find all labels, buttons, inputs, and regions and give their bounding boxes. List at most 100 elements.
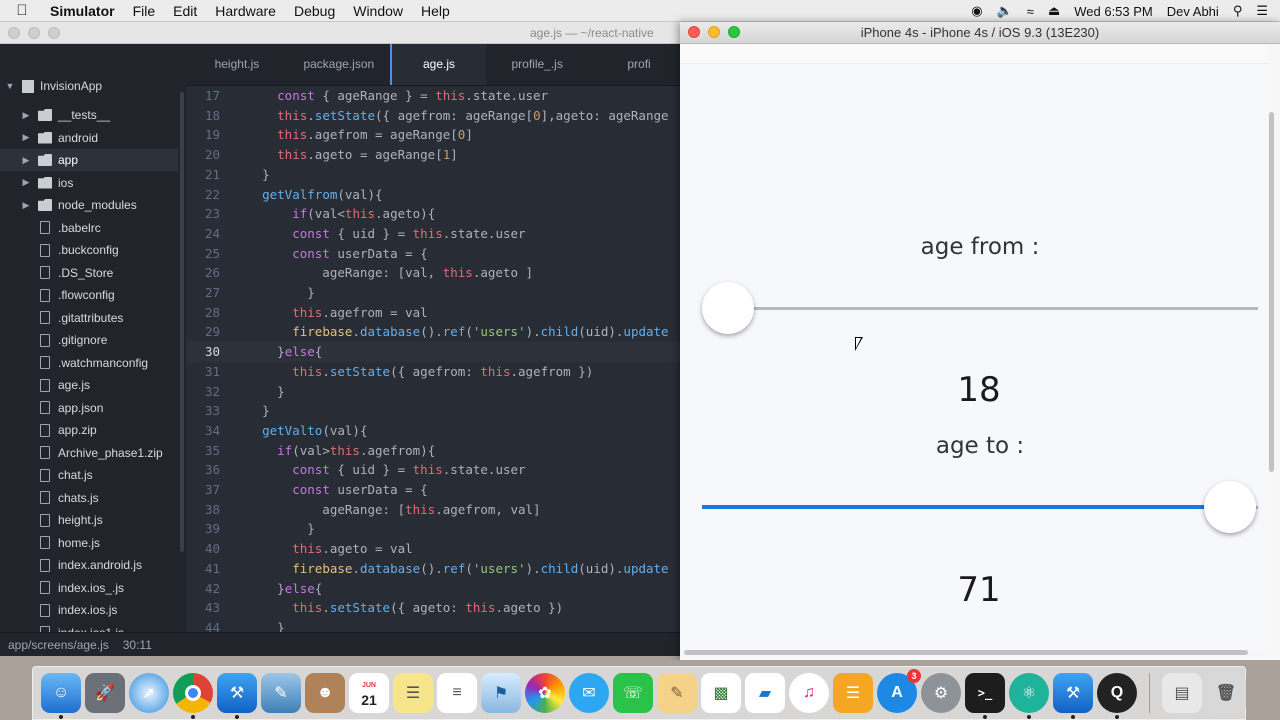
safari-icon[interactable]: ➚	[129, 673, 169, 713]
code-line[interactable]: 21 }	[186, 165, 690, 185]
menu-debug[interactable]: Debug	[285, 0, 344, 22]
keynote-icon[interactable]: ▰	[745, 673, 785, 713]
tree-item[interactable]: home.js	[0, 532, 178, 554]
contacts-icon[interactable]: ☻	[305, 673, 345, 713]
code-line[interactable]: 44 }	[186, 618, 690, 632]
code-line[interactable]: 36 const { uid } = this.state.user	[186, 460, 690, 480]
editor-minimize-icon[interactable]	[28, 27, 40, 39]
code-line[interactable]: 38 ageRange: [this.agefrom, val]	[186, 500, 690, 520]
tree-item[interactable]: Archive_phase1.zip	[0, 442, 178, 464]
tree-item[interactable]: .DS_Store	[0, 262, 178, 284]
tree-item[interactable]: ▶ app	[0, 149, 178, 171]
facetime-icon[interactable]: ☏	[613, 673, 653, 713]
menu-window[interactable]: Window	[344, 0, 412, 22]
finder-icon[interactable]: ☺	[41, 673, 81, 719]
code-line[interactable]: 29 firebase.database().ref('users').chil…	[186, 322, 690, 342]
xcode-icon[interactable]: ⚒	[217, 673, 257, 719]
launchpad-icon[interactable]: 🚀	[85, 673, 125, 713]
trash-icon[interactable]: 🗑	[1206, 673, 1246, 713]
code-line[interactable]: 35 if(val>this.agefrom){	[186, 441, 690, 461]
code-line[interactable]: 37 const userData = {	[186, 480, 690, 500]
system-preferences-icon[interactable]: ⚙	[921, 673, 961, 713]
code-line[interactable]: 26 ageRange: [val, this.ageto ]	[186, 263, 690, 283]
messages-icon[interactable]: ✉	[569, 673, 609, 713]
menu-edit[interactable]: Edit	[164, 0, 206, 22]
tree-item[interactable]: chats.js	[0, 487, 178, 509]
calendar-icon[interactable]: JUN 21	[349, 673, 389, 713]
age-from-slider-thumb[interactable]	[702, 282, 754, 334]
tree-item[interactable]: age.js	[0, 374, 178, 396]
code-line[interactable]: 19 this.agefrom = ageRange[0]	[186, 125, 690, 145]
code-line[interactable]: 42 }else{	[186, 579, 690, 599]
app-store-icon[interactable]: A3	[877, 669, 921, 713]
menu-app-name[interactable]: Simulator	[44, 0, 124, 22]
tree-item[interactable]: ▶ __tests__	[0, 104, 178, 126]
tree-item[interactable]: .watchmanconfig	[0, 352, 178, 374]
reminders-icon[interactable]: ≡	[437, 673, 477, 713]
simulator-vertical-scrollbar[interactable]	[1269, 112, 1274, 472]
tree-item[interactable]: app.json	[0, 397, 178, 419]
tree-item[interactable]: index.ios1.js	[0, 622, 178, 632]
tree-project-root[interactable]: ▼ InvisionApp	[0, 75, 178, 97]
code-line[interactable]: 23 if(val<this.ageto){	[186, 204, 690, 224]
tab-height-js[interactable]: height.js	[186, 44, 288, 85]
tree-item[interactable]: ▶ android	[0, 127, 178, 149]
tree-item[interactable]: .flowconfig	[0, 284, 178, 306]
menu-hardware[interactable]: Hardware	[206, 0, 285, 22]
code-line[interactable]: 43 this.setState({ ageto: this.ageto })	[186, 598, 690, 618]
tab-age-js[interactable]: age.js	[389, 44, 487, 85]
code-line[interactable]: 28 this.agefrom = val	[186, 303, 690, 323]
tab-profile-truncated[interactable]: profi	[588, 44, 690, 85]
status-file-path[interactable]: app/screens/age.js	[8, 638, 109, 652]
code-line[interactable]: 41 firebase.database().ref('users').chil…	[186, 559, 690, 579]
atom-icon[interactable]: ⚛	[1009, 673, 1049, 719]
itunes-icon[interactable]: ♫	[789, 673, 829, 713]
tree-item[interactable]: index.android.js	[0, 554, 178, 576]
quicktime-icon[interactable]: Q	[1097, 673, 1137, 719]
age-to-slider-thumb[interactable]	[1204, 481, 1257, 533]
menu-clock[interactable]: Wed 6:53 PM	[1074, 4, 1153, 19]
code-line[interactable]: 25 const userData = {	[186, 244, 690, 264]
numbers-icon[interactable]: ▩	[701, 673, 741, 713]
code-line[interactable]: 40 this.ageto = val	[186, 539, 690, 559]
pages-icon[interactable]: ✎	[657, 673, 697, 713]
tree-item[interactable]: index.ios.js	[0, 599, 178, 621]
chrome-icon[interactable]	[173, 673, 213, 719]
code-line[interactable]: 39 }	[186, 519, 690, 539]
tree-item[interactable]: .gitignore	[0, 329, 178, 351]
simulator-icon[interactable]: ⚒	[1053, 673, 1093, 719]
age-from-slider[interactable]	[702, 280, 1258, 336]
tree-item[interactable]: .babelrc	[0, 217, 178, 239]
ibooks-icon[interactable]: ☰	[833, 673, 873, 713]
tree-item[interactable]: ▶ node_modules	[0, 194, 178, 216]
editor-close-icon[interactable]	[8, 27, 20, 39]
menu-user[interactable]: Dev Abhi	[1167, 4, 1219, 19]
photos-icon[interactable]: ✿	[525, 673, 565, 713]
code-line[interactable]: 33 }	[186, 401, 690, 421]
apple-menu-icon[interactable]: 	[0, 2, 44, 19]
code-line[interactable]: 30 }else{	[186, 342, 690, 363]
code-line[interactable]: 18 this.setState({ agefrom: ageRange[0],…	[186, 106, 690, 126]
code-line[interactable]: 22 getValfrom(val){	[186, 185, 690, 205]
tree-scrollbar[interactable]	[180, 92, 184, 552]
wifi-icon[interactable]: ≈	[1027, 4, 1034, 19]
tree-item[interactable]: chat.js	[0, 464, 178, 486]
code-line[interactable]: 17 const { ageRange } = this.state.user	[186, 86, 690, 106]
tree-item[interactable]: .gitattributes	[0, 307, 178, 329]
code-line[interactable]: 20 this.ageto = ageRange[1]	[186, 145, 690, 165]
tree-item[interactable]: app.zip	[0, 419, 178, 441]
preview-icon[interactable]: ✎	[261, 673, 301, 713]
tab-profile-js[interactable]: profile_.js	[486, 44, 588, 85]
volume-icon[interactable]: 🔈	[997, 3, 1013, 19]
notification-center-icon[interactable]: ☰	[1256, 3, 1268, 19]
spotlight-search-icon[interactable]: ⚲	[1233, 3, 1243, 19]
status-cursor-position[interactable]: 30:11	[123, 638, 152, 652]
menu-help[interactable]: Help	[412, 0, 459, 22]
downloads-stack-icon[interactable]: ▤	[1162, 673, 1202, 713]
tree-item[interactable]: index.ios_.js	[0, 577, 178, 599]
simulator-horizontal-scrollbar[interactable]	[684, 650, 1248, 655]
record-icon[interactable]: ◉	[971, 3, 982, 19]
eject-icon[interactable]: ⏏	[1048, 3, 1060, 19]
tree-item[interactable]: height.js	[0, 509, 178, 531]
menu-file[interactable]: File	[124, 0, 165, 22]
